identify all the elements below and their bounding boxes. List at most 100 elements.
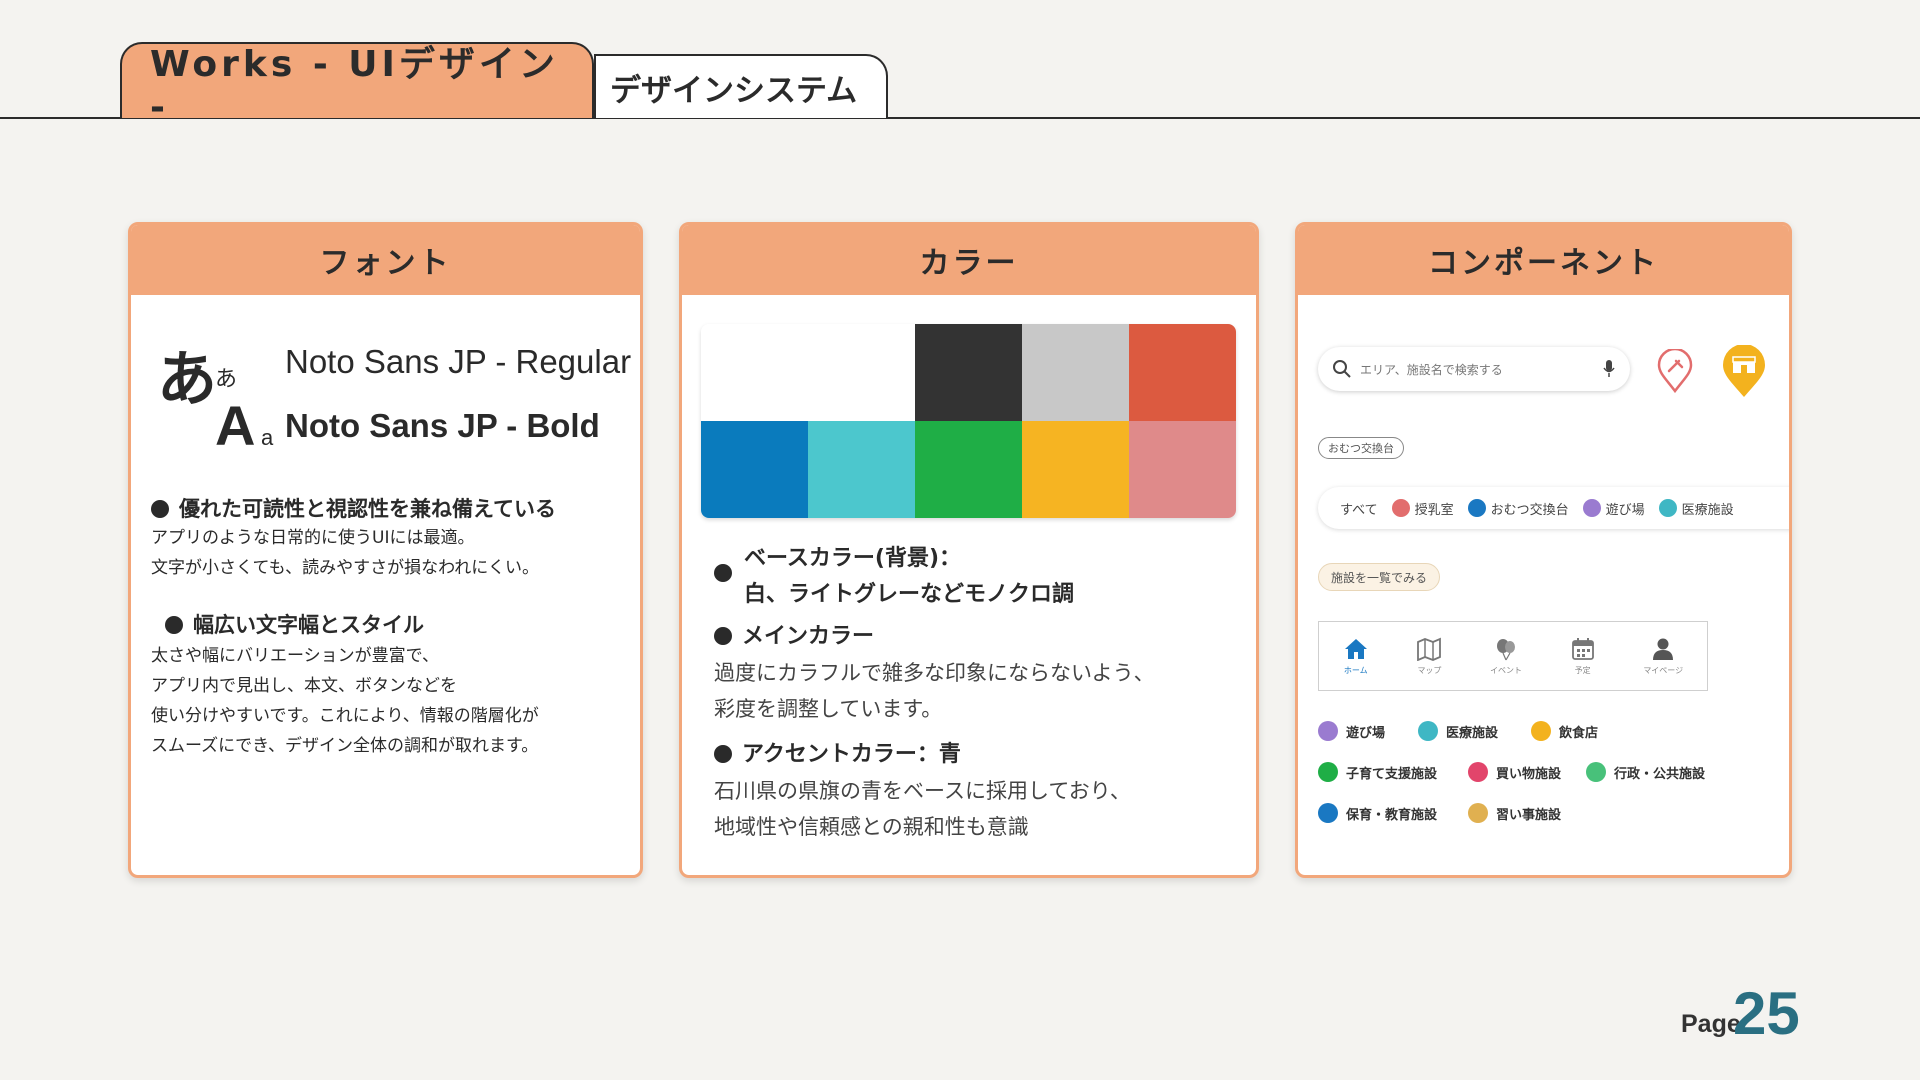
accent-color-desc: 石川県の県旗の青をベースに採用しており、 地域性や信頼感との親和性も意識 — [714, 773, 1131, 845]
search-bar[interactable]: エリア、施設名で検索する — [1318, 347, 1630, 391]
location-pin-outline-icon[interactable] — [1656, 349, 1694, 393]
nav-item-schedule[interactable]: 予定 — [1570, 637, 1596, 676]
filter-label: おむつ交換台 — [1490, 502, 1569, 518]
font-regular-label: Noto Sans JP - Regular — [285, 343, 632, 380]
color-swatch — [1022, 421, 1129, 518]
tab-design-system[interactable]: デザインシステム — [594, 54, 888, 118]
category-medical: 医療施設 — [1418, 721, 1498, 741]
glyph-hiragana-large: あ — [157, 345, 217, 415]
feature-line: 太さや幅にバリエーションが豊富で、 — [151, 646, 439, 666]
feature-line: アプリのような日常的に使うUIには最適。 — [151, 528, 475, 548]
glyph-hiragana-small: あ — [215, 367, 238, 392]
calendar-icon — [1571, 637, 1594, 660]
bottom-navigation: ホーム マップ イベント 予定 マイページ — [1318, 621, 1708, 691]
category-shopping: 買い物施設 — [1468, 762, 1561, 782]
color-swatch — [1129, 421, 1236, 518]
chip-diaper-station[interactable]: おむつ交換台 — [1318, 437, 1404, 459]
category-label: 子育て支援施設 — [1346, 766, 1438, 782]
view-list-button[interactable]: 施設を一覧でみる — [1318, 563, 1441, 591]
feature-readability-desc: アプリのような日常的に使うUIには最適。 文字が小さくても、読みやすさが損なわれ… — [151, 523, 539, 583]
component-card-title: コンポーネント — [1298, 225, 1789, 295]
filter-playground[interactable]: 遊び場 — [1582, 499, 1645, 518]
accent-color-title: アクセントカラー：青 — [714, 736, 961, 768]
base-color-line-1: ベースカラー(背景)： — [744, 546, 962, 571]
filter-label: 遊び場 — [1605, 502, 1645, 518]
person-icon — [1653, 638, 1674, 660]
nav-label: 予定 — [1574, 665, 1591, 675]
page-label: Page — [1681, 1010, 1741, 1038]
nav-item-mypage[interactable]: マイページ — [1643, 637, 1683, 676]
feature-readability-title: 優れた可読性と視認性を兼ね備えている — [151, 493, 556, 523]
category-label: 行政・公共施設 — [1614, 766, 1706, 782]
font-bold-label: Noto Sans JP - Bold — [285, 407, 600, 444]
feature-style-desc: 太さや幅にバリエーションが豊富で、 アプリ内で見出し、本文、ボタンなどを 使い分… — [151, 641, 539, 761]
color-desc-line: 過度にカラフルで雑多な印象にならないよう、 — [714, 661, 1155, 685]
font-card: フォント あ あ Noto Sans JP - Regular A a Noto… — [128, 222, 643, 878]
bottle-icon — [1391, 499, 1410, 517]
feature-readability-text: 優れた可読性と視認性を兼ね備えている — [179, 497, 556, 521]
feature-style-title: 幅広い文字幅とスタイル — [165, 609, 424, 639]
page-number: 25 — [1733, 980, 1800, 1047]
nav-label: イベント — [1490, 665, 1523, 675]
building-icon — [1586, 762, 1606, 782]
location-pin-store-icon[interactable] — [1720, 345, 1768, 399]
font-card-title: フォント — [131, 225, 640, 295]
filter-label: 授乳室 — [1414, 502, 1454, 518]
nav-label: マップ — [1417, 665, 1442, 675]
bullet-icon — [151, 500, 169, 518]
feature-line: スムーズにでき、デザイン全体の調和が取れます。 — [151, 736, 539, 756]
accent-color-title-text: アクセントカラー：青 — [742, 742, 961, 767]
filter-label: すべて — [1340, 502, 1378, 518]
nav-item-home[interactable]: ホーム — [1343, 637, 1369, 676]
balloon-icon — [1497, 638, 1516, 660]
filter-medical[interactable]: 医療施設 — [1658, 499, 1734, 518]
nav-item-map[interactable]: マップ — [1416, 637, 1442, 676]
color-card: カラー ベースカラー(背景)： 白、ライトグレーなどモノクロ調 メインカラー 過… — [679, 222, 1259, 878]
hospital-icon — [1418, 721, 1438, 741]
feature-line: アプリ内で見出し、本文、ボタンなどを — [151, 676, 457, 696]
glyph-latin-large: A — [215, 394, 256, 457]
color-swatch — [1129, 324, 1236, 421]
nav-label: マイページ — [1643, 665, 1684, 675]
hospital-icon — [1658, 499, 1677, 517]
category-label: 医療施設 — [1446, 725, 1499, 741]
category-childcare-support: 子育て支援施設 — [1318, 762, 1437, 782]
main-color-title: メインカラー — [714, 618, 874, 650]
color-palette — [701, 324, 1236, 518]
main-color-title-text: メインカラー — [742, 624, 875, 649]
tab-works-ui-design[interactable]: Works - UIデザイン - — [120, 42, 594, 128]
category-lessons: 習い事施設 — [1468, 803, 1561, 823]
glyph-latin-small: a — [261, 425, 274, 450]
color-swatch — [808, 324, 915, 421]
filter-all[interactable]: すべて — [1340, 499, 1378, 518]
color-desc-line: 地域性や信頼感との親和性も意識 — [714, 815, 1029, 839]
category-label: 飲食店 — [1559, 725, 1599, 741]
search-placeholder[interactable]: エリア、施設名で検索する — [1360, 361, 1602, 378]
component-card: コンポーネント エリア、施設名で検索する おむつ交換台 すべて 授乳室 おむつ交… — [1295, 222, 1792, 878]
category-label: 保育・教育施設 — [1346, 807, 1438, 823]
color-swatch — [1022, 324, 1129, 421]
category-label: 遊び場 — [1346, 725, 1386, 741]
feature-line: 使い分けやすいです。これにより、情報の階層化が — [151, 706, 539, 726]
bullet-icon — [714, 627, 732, 645]
category-restaurant: 飲食店 — [1531, 721, 1598, 741]
slide-icon — [1582, 499, 1601, 517]
filter-diaper-station[interactable]: おむつ交換台 — [1467, 499, 1569, 518]
feature-line: 文字が小さくても、読みやすさが損なわれにくい。 — [151, 558, 539, 578]
color-desc-line: 彩度を調整しています。 — [714, 697, 943, 721]
search-icon — [1333, 360, 1351, 378]
bullet-icon — [714, 564, 732, 582]
category-playground: 遊び場 — [1318, 721, 1385, 741]
nav-item-event[interactable]: イベント — [1490, 637, 1522, 676]
feature-style-text: 幅広い文字幅とスタイル — [193, 613, 424, 637]
filter-row: すべて 授乳室 おむつ交換台 遊び場 医療施設 — [1318, 487, 1789, 529]
color-swatch — [915, 324, 1022, 421]
school-icon — [1318, 803, 1338, 823]
base-color-line-2: 白、ライトグレーなどモノクロ調 — [744, 582, 1075, 607]
nav-label: ホーム — [1343, 665, 1368, 675]
utensils-icon — [1531, 721, 1551, 741]
bullet-icon — [714, 745, 732, 763]
filter-nursing-room[interactable]: 授乳室 — [1391, 499, 1454, 518]
microphone-icon[interactable] — [1602, 359, 1616, 379]
category-public-facility: 行政・公共施設 — [1586, 762, 1705, 782]
